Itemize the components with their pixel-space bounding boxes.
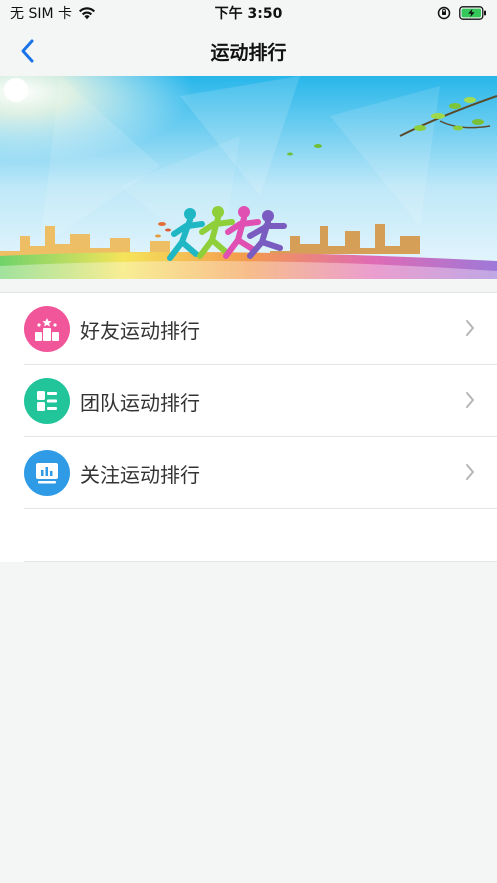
menu-item-friends-ranking[interactable]: 好友运动排行 <box>0 293 497 365</box>
ranking-menu: 好友运动排行 团队运动排行 关注运动排行 <box>0 292 497 562</box>
back-button[interactable] <box>10 34 44 68</box>
menu-item-team-ranking[interactable]: 团队运动排行 <box>0 365 497 437</box>
chevron-right-icon <box>466 464 474 480</box>
banner-image <box>0 76 497 279</box>
wifi-icon <box>79 7 95 20</box>
podium-icon <box>24 306 70 352</box>
menu-item-label: 关注运动排行 <box>80 462 200 487</box>
chevron-left-icon <box>21 39 34 63</box>
status-right <box>437 6 497 20</box>
divider <box>24 561 497 562</box>
status-bar: 无 SIM 卡 下午 3:50 <box>0 0 497 26</box>
menu-item-following-ranking[interactable]: 关注运动排行 <box>0 437 497 509</box>
page-title: 运动排行 <box>210 41 287 64</box>
monitor-chart-icon <box>24 450 70 496</box>
status-left: 无 SIM 卡 <box>0 3 96 23</box>
orientation-lock-icon <box>437 6 451 20</box>
menu-item-label: 团队运动排行 <box>80 390 200 415</box>
battery-charging-icon <box>459 6 486 20</box>
grid-list-icon <box>24 378 70 424</box>
menu-item-label: 好友运动排行 <box>80 318 200 343</box>
navigation-bar: 运动排行 <box>0 26 497 76</box>
chevron-right-icon <box>466 320 474 336</box>
divider <box>24 508 497 509</box>
chevron-right-icon <box>466 392 474 408</box>
carrier-label: 无 SIM 卡 <box>10 6 72 22</box>
